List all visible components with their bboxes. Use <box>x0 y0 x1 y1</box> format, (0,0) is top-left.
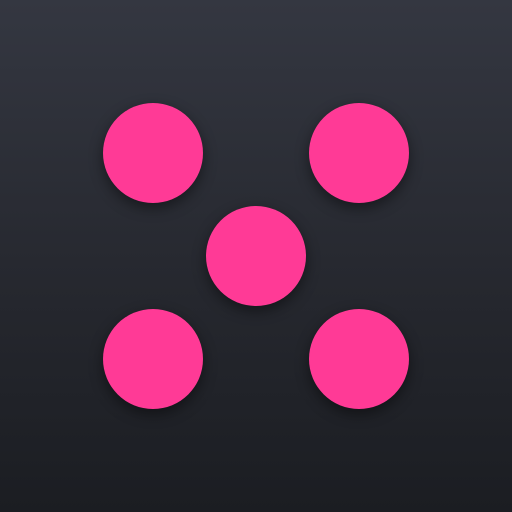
dice-five-icon[interactable] <box>0 0 512 512</box>
dice-pip-center <box>206 206 306 306</box>
dice-pip-bottom-right <box>309 309 409 409</box>
dice-pip-top-right <box>309 103 409 203</box>
dice-pip-bottom-left <box>103 309 203 409</box>
dice-pip-top-left <box>103 103 203 203</box>
